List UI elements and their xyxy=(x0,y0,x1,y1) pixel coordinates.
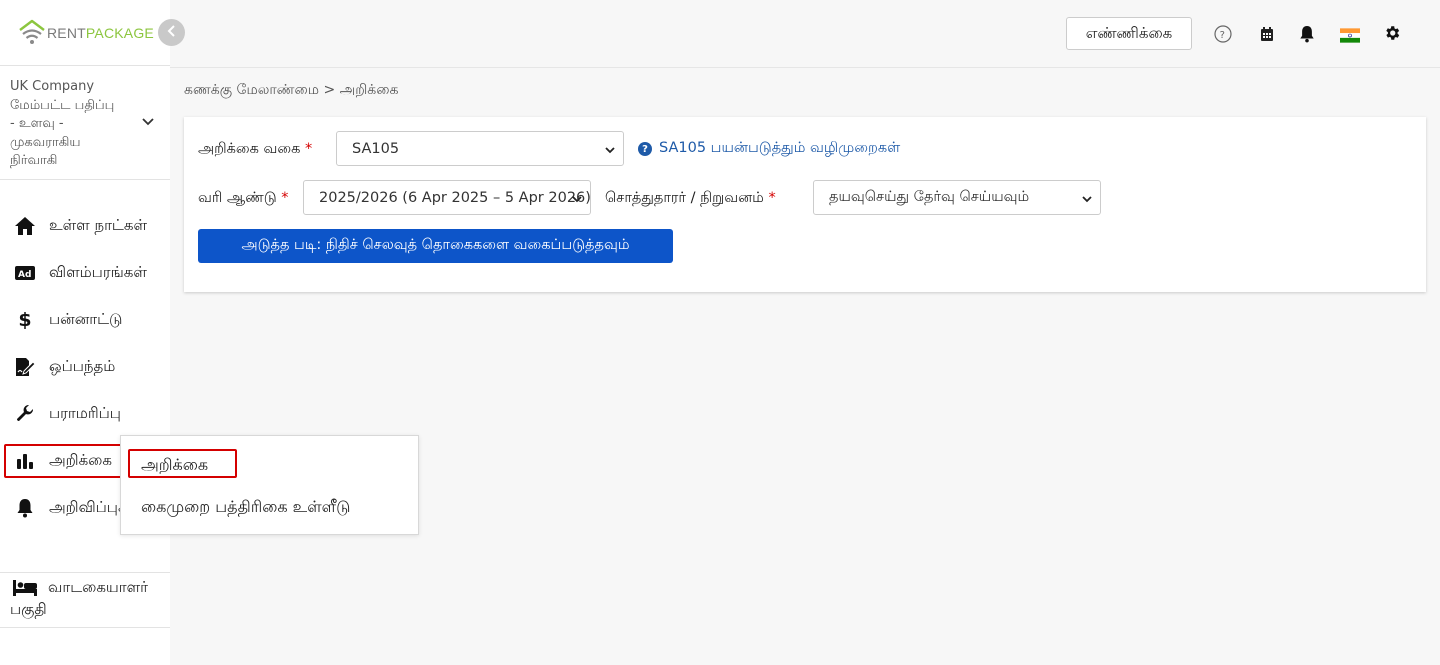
nav-item-maintenance[interactable]: பராமரிப்பு xyxy=(0,397,170,431)
chevron-left-icon xyxy=(167,24,177,41)
nav-item-contract[interactable]: ஒப்பந்தம் xyxy=(0,350,170,384)
nav-item-label: பராமரிப்பு xyxy=(49,404,121,422)
company-switcher[interactable]: UK Company மேம்பட்ட பதிப்பு - உளவு - முக… xyxy=(10,78,160,171)
tax-year-select[interactable]: 2025/2026 (6 Apr 2025 – 5 Apr 2026) xyxy=(303,180,591,215)
nav-item-label: உள்ள நாட்கள் xyxy=(49,216,147,234)
owner-label: சொத்துதாரர் / நிறுவனம் * xyxy=(605,190,776,206)
report-type-value: SA105 xyxy=(352,140,400,157)
house-wifi-logo-icon xyxy=(18,19,46,47)
question-circle-icon: ? xyxy=(638,142,652,156)
gear-icon[interactable] xyxy=(1382,23,1402,43)
svg-text:Ad: Ad xyxy=(18,270,31,280)
tenant-label-line1: வாடகையாளர் xyxy=(48,578,148,596)
required-mark: * xyxy=(281,190,289,206)
calendar-icon[interactable] xyxy=(1257,24,1277,44)
bed-icon xyxy=(12,578,38,602)
report-form-card: அறிக்கை வகை * SA105 ? SA105 பயன்படுத்தும… xyxy=(184,117,1426,292)
bell-icon[interactable] xyxy=(1297,24,1317,44)
chevron-down-icon xyxy=(572,192,582,208)
nav-item-reports-highlight xyxy=(4,444,134,478)
bell-icon xyxy=(14,497,36,519)
ad-icon: Ad xyxy=(14,262,36,284)
sidebar: RENTPACKAGE UK Company மேம்பட்ட பதிப்பு … xyxy=(0,0,170,665)
wrench-icon xyxy=(14,403,36,425)
help-circle-icon[interactable]: ? xyxy=(1213,24,1233,44)
nav-item-days[interactable]: உள்ள நாட்கள் xyxy=(0,209,170,243)
svg-text:?: ? xyxy=(1220,30,1225,41)
divider xyxy=(0,179,170,180)
company-role: மேம்பட்ட பதிப்பு - உளவு - முகவராகிய நிர்… xyxy=(10,97,115,169)
brand-logo[interactable]: RENTPACKAGE xyxy=(18,19,154,47)
collapse-sidebar-button[interactable] xyxy=(158,19,185,46)
submenu-item-manual-journal[interactable]: கைமுறை பத்திரிகை உள்ளீடு xyxy=(141,497,350,518)
nav-item-finance[interactable]: $ பன்னாட்டு xyxy=(0,303,170,337)
chevron-down-icon xyxy=(1082,192,1092,208)
count-button[interactable]: எண்ணிக்கை xyxy=(1066,17,1192,50)
home-icon xyxy=(14,215,36,237)
chevron-down-icon[interactable] xyxy=(141,114,155,133)
nav-item-ads[interactable]: Ad விளம்பரங்கள் xyxy=(0,256,170,290)
dollar-icon: $ xyxy=(18,309,32,331)
sa105-help-link[interactable]: ? SA105 பயன்படுத்தும் வழிமுறைகள் xyxy=(638,140,900,158)
india-flag-icon[interactable] xyxy=(1340,25,1360,45)
logo-text-rent: RENT xyxy=(47,25,86,41)
nav-item-label: பன்னாட்டு xyxy=(49,310,123,328)
nav-item-tenant-area[interactable]: வாடகையாளர் பகுதி xyxy=(0,572,170,628)
reports-submenu: அறிக்கை கைமுறை பத்திரிகை உள்ளீடு xyxy=(120,435,419,535)
tax-year-value: 2025/2026 (6 Apr 2025 – 5 Apr 2026) xyxy=(319,189,591,206)
tax-year-label: வரி ஆண்டு * xyxy=(198,190,289,206)
submenu-item-report[interactable]: அறிக்கை xyxy=(141,455,208,476)
help-link-text: SA105 பயன்படுத்தும் வழிமுறைகள் xyxy=(659,140,901,156)
nav-item-label: ஒப்பந்தம் xyxy=(49,357,116,375)
contract-sign-icon xyxy=(14,356,36,378)
top-header: எண்ணிக்கை ? xyxy=(170,0,1440,68)
chevron-down-icon xyxy=(605,143,615,159)
logo-row: RENTPACKAGE xyxy=(0,0,170,66)
nav-item-label: விளம்பரங்கள் xyxy=(49,263,147,281)
owner-value: தயவுசெய்து தேர்வு செய்யவும் xyxy=(829,188,1030,205)
required-mark: * xyxy=(768,190,776,206)
owner-select[interactable]: தயவுசெய்து தேர்வு செய்யவும் xyxy=(813,180,1101,215)
company-name: UK Company xyxy=(10,79,95,94)
logo-text-package: PACKAGE xyxy=(85,25,154,41)
next-step-button[interactable]: அடுத்த படி: நிதிச் செலவுத் தொகைகளை வகைப்… xyxy=(198,229,673,263)
breadcrumb: கணக்கு மேலாண்மை > அறிக்கை xyxy=(184,82,399,98)
report-type-select[interactable]: SA105 xyxy=(336,131,624,166)
required-mark: * xyxy=(304,141,313,157)
tenant-label-line2: பகுதி xyxy=(10,600,47,618)
report-type-label: அறிக்கை வகை * xyxy=(198,141,313,157)
